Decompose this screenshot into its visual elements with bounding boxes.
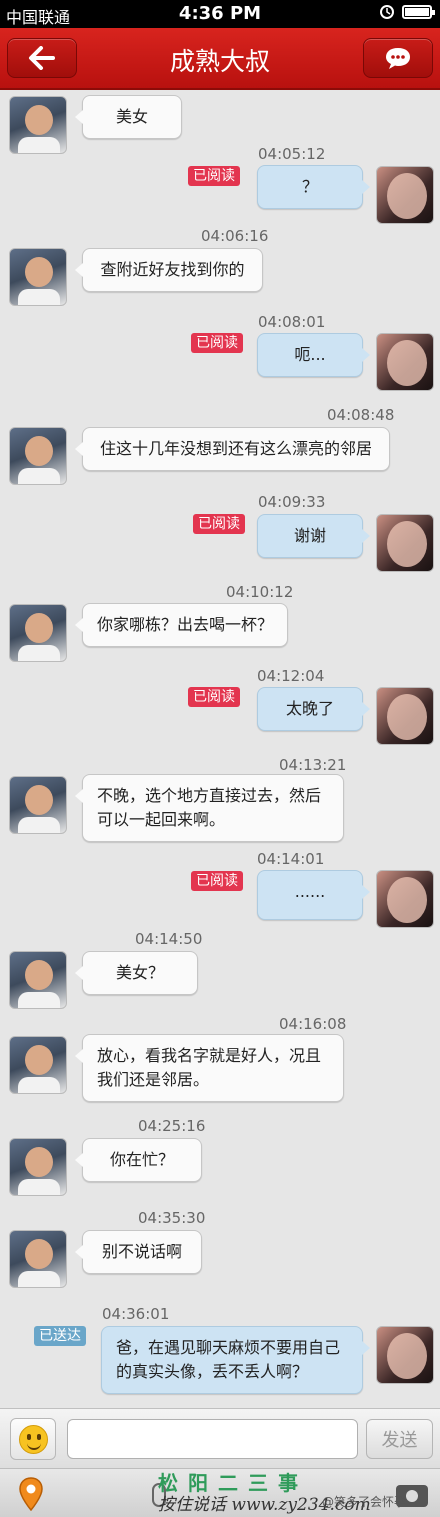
incoming-message[interactable]: 你在忙？ — [75, 1138, 202, 1182]
incoming-message[interactable]: 放心，看我名字就是好人，况且我们还是邻居。 — [75, 1034, 344, 1102]
incoming-message[interactable]: 美女 — [75, 95, 182, 139]
clock: 4:36 PM — [178, 3, 262, 24]
my-avatar[interactable] — [376, 1326, 434, 1384]
status-bar: 中国联通 4:36 PM — [0, 0, 440, 28]
incoming-message[interactable]: 不晚，选个地方直接过去，然后可以一起回来啊。 — [75, 774, 344, 842]
message-time: 04:05:12 — [258, 145, 326, 163]
send-button[interactable]: 发送 — [366, 1419, 433, 1459]
location-pin-icon[interactable] — [18, 1477, 44, 1511]
message-time: 04:16:08 — [279, 1015, 347, 1033]
incoming-message[interactable]: 美女？ — [75, 951, 198, 995]
contact-avatar[interactable] — [9, 1230, 67, 1288]
chat-area[interactable]: 美女 04:05:12 已阅读 ？ 04:06:16 查附近好友找到你的 04:… — [0, 90, 440, 1408]
read-status-badge: 已阅读 — [188, 687, 240, 707]
outgoing-message[interactable]: 谢谢 — [257, 514, 370, 558]
message-time: 04:36:01 — [102, 1305, 170, 1323]
read-status-badge: 已阅读 — [191, 333, 243, 353]
read-status-badge: 已阅读 — [188, 166, 240, 186]
my-avatar[interactable] — [376, 166, 434, 224]
outgoing-message[interactable]: 太晚了 — [257, 687, 370, 731]
message-time: 04:09:33 — [258, 493, 326, 511]
my-avatar[interactable] — [376, 870, 434, 928]
message-time: 04:13:21 — [279, 756, 347, 774]
emoji-button[interactable] — [10, 1418, 56, 1460]
message-input[interactable] — [67, 1419, 358, 1459]
smiley-icon — [19, 1425, 48, 1454]
outgoing-message[interactable]: 爸，在遇见聊天麻烦不要用自己的真实头像，丢不丢人啊？ — [101, 1326, 370, 1394]
watermark-handle: @笑多了会怀孕 — [322, 1495, 407, 1509]
message-time: 04:10:12 — [226, 583, 294, 601]
header-bar: 成熟大叔 — [0, 28, 440, 90]
alarm-icon — [380, 5, 394, 19]
chat-options-button[interactable] — [363, 38, 433, 78]
contact-avatar[interactable] — [9, 951, 67, 1009]
delivered-status-badge: 已送达 — [34, 1326, 86, 1346]
outgoing-message[interactable]: ...... — [257, 870, 370, 920]
my-avatar[interactable] — [376, 514, 434, 572]
message-time: 04:06:16 — [201, 227, 269, 245]
contact-avatar[interactable] — [9, 248, 67, 306]
contact-avatar[interactable] — [9, 604, 67, 662]
read-status-badge: 已阅读 — [191, 871, 243, 891]
message-time: 04:12:04 — [257, 667, 325, 685]
contact-avatar[interactable] — [9, 96, 67, 154]
message-time: 04:08:01 — [258, 313, 326, 331]
outgoing-message[interactable]: ？ — [257, 165, 370, 209]
contact-avatar[interactable] — [9, 776, 67, 834]
contact-avatar[interactable] — [9, 1036, 67, 1094]
message-time: 04:14:50 — [135, 930, 203, 948]
speech-bubble-icon — [386, 48, 410, 69]
incoming-message[interactable]: 住这十几年没想到还有这么漂亮的邻居 — [75, 427, 390, 471]
outgoing-message[interactable]: 呃... — [257, 333, 370, 377]
status-icons — [380, 5, 435, 19]
contact-avatar[interactable] — [9, 1138, 67, 1196]
message-time: 04:35:30 — [138, 1209, 206, 1227]
incoming-message[interactable]: 别不说话啊 — [75, 1230, 202, 1274]
my-avatar[interactable] — [376, 333, 434, 391]
incoming-message[interactable]: 查附近好友找到你的 — [75, 248, 263, 292]
message-time: 04:08:48 — [327, 406, 395, 424]
battery-icon — [402, 5, 435, 19]
contact-avatar[interactable] — [9, 427, 67, 485]
message-time: 04:14:01 — [257, 850, 325, 868]
message-input-bar: 发送 — [0, 1408, 440, 1468]
my-avatar[interactable] — [376, 687, 434, 745]
incoming-message[interactable]: 你家哪栋？出去喝一杯？ — [75, 603, 288, 647]
read-status-badge: 已阅读 — [193, 514, 245, 534]
message-time: 04:25:16 — [138, 1117, 206, 1135]
